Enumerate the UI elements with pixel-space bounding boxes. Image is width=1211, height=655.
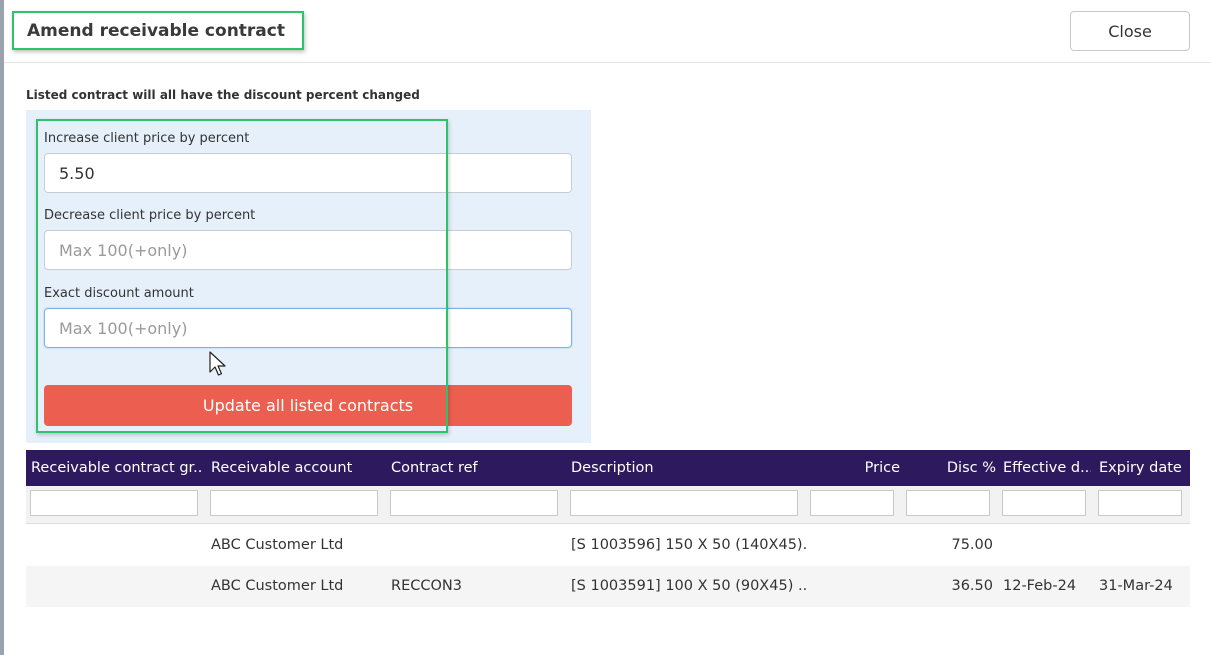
- close-button[interactable]: Close: [1070, 11, 1190, 51]
- update-all-contracts-button[interactable]: Update all listed contracts: [44, 385, 572, 426]
- table-row[interactable]: ABC Customer Ltd [S 1003596] 150 X 50 (1…: [26, 525, 1190, 566]
- column-header-expiry-date[interactable]: Expiry date: [1099, 450, 1187, 486]
- column-header-disc[interactable]: Disc %: [906, 450, 996, 486]
- cell-expiry-date: 31-Mar-24: [1099, 578, 1173, 594]
- filter-input-account[interactable]: [210, 490, 378, 516]
- decrease-percent-input[interactable]: [44, 230, 572, 270]
- filter-input-effective-date[interactable]: [1002, 490, 1086, 516]
- column-header-effective-date[interactable]: Effective d...: [1003, 450, 1091, 486]
- column-header-price[interactable]: Price: [811, 450, 900, 486]
- column-header-description[interactable]: Description: [571, 450, 801, 486]
- exact-discount-label: Exact discount amount: [44, 286, 194, 301]
- cell-account: ABC Customer Ltd: [211, 537, 344, 553]
- cell-effective-date: 12-Feb-24: [1003, 578, 1077, 594]
- column-header-contract-group[interactable]: Receivable contract gr...: [31, 450, 203, 486]
- header-divider: [4, 62, 1211, 63]
- cell-description: [S 1003591] 100 X 50 (90X45) ...: [571, 578, 806, 594]
- cell-contract-group: [31, 566, 203, 607]
- column-header-contract-ref[interactable]: Contract ref: [391, 450, 563, 486]
- dialog-title-box: Amend receivable contract: [12, 11, 304, 50]
- filter-input-disc[interactable]: [906, 490, 990, 516]
- contracts-grid-header: Receivable contract gr... Receivable acc…: [26, 450, 1190, 486]
- amend-contract-dialog: Amend receivable contract Close Listed c…: [4, 0, 1211, 655]
- filter-input-description[interactable]: [570, 490, 798, 516]
- cell-disc: 75.00: [951, 537, 993, 553]
- filter-input-contract-group[interactable]: [30, 490, 198, 516]
- cell-price: [811, 566, 900, 607]
- filter-input-price[interactable]: [810, 490, 894, 516]
- cell-contract-group: [31, 525, 203, 566]
- increase-percent-input[interactable]: [44, 153, 572, 193]
- cell-effective-date: [1003, 525, 1091, 566]
- instruction-text: Listed contract will all have the discou…: [26, 88, 420, 102]
- cell-description: [S 1003596] 150 X 50 (140X45)...: [571, 537, 806, 553]
- decrease-percent-label: Decrease client price by percent: [44, 208, 256, 223]
- filter-input-expiry-date[interactable]: [1098, 490, 1182, 516]
- cell-account: ABC Customer Ltd: [211, 578, 344, 594]
- dialog-title: Amend receivable contract: [27, 20, 285, 41]
- grid-filter-row: [26, 486, 1190, 524]
- exact-discount-input[interactable]: [44, 308, 572, 348]
- cell-contract-ref: [391, 525, 563, 566]
- table-row[interactable]: ABC Customer Ltd RECCON3 [S 1003591] 100…: [26, 566, 1190, 607]
- cell-expiry-date: [1099, 525, 1187, 566]
- cell-contract-ref: RECCON3: [391, 578, 462, 594]
- cell-disc: 36.50: [951, 578, 993, 594]
- increase-percent-label: Increase client price by percent: [44, 131, 250, 146]
- mouse-pointer-icon: [209, 351, 226, 376]
- filter-input-contract-ref[interactable]: [390, 490, 558, 516]
- cell-price: [811, 525, 900, 566]
- column-header-account[interactable]: Receivable account: [211, 450, 383, 486]
